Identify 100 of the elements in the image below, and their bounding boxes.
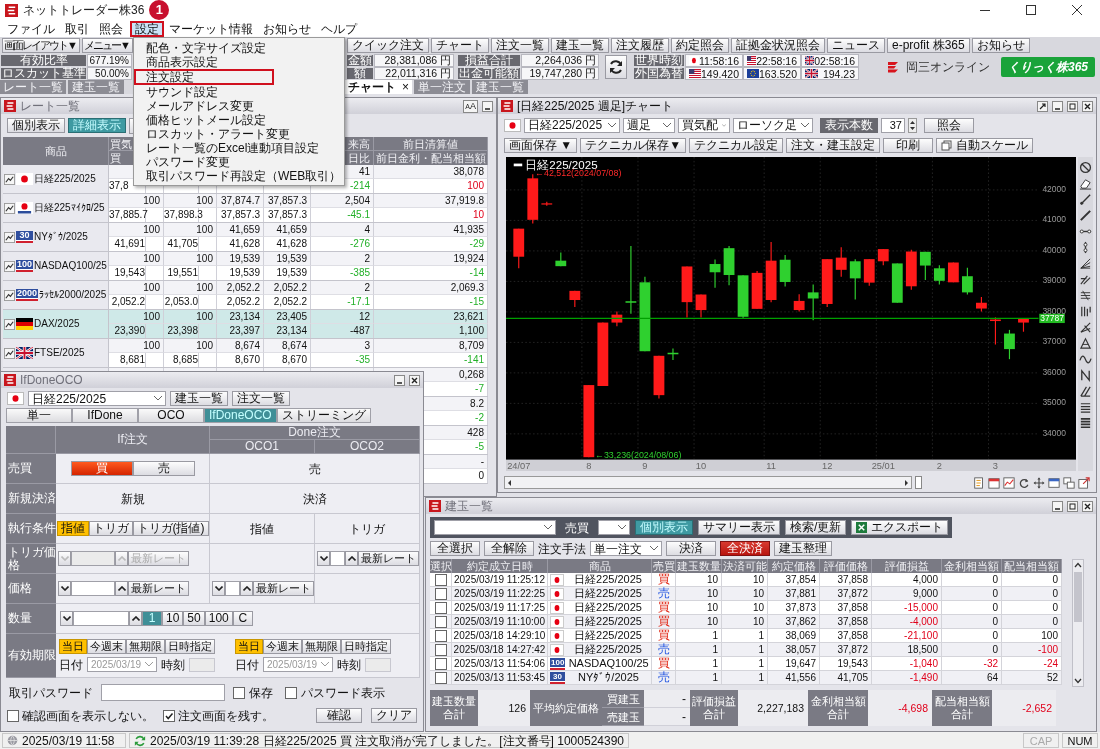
menu-item[interactable]: レート一覧のExcel連動項目設定 xyxy=(134,141,322,155)
option-button[interactable]: 売 xyxy=(132,461,195,476)
table-row[interactable]: FTSE/2025 100 100 8,674 8,674 3 8,709 8,681 8,685 8,670 8,670 -35 -141 xyxy=(3,339,488,368)
list-button[interactable]: 注文一覧 xyxy=(232,391,290,406)
checkbox[interactable] xyxy=(233,686,245,699)
toolbar-button[interactable]: ニュース xyxy=(827,38,885,53)
close-icon[interactable] xyxy=(1082,500,1093,512)
number-field[interactable] xyxy=(71,551,115,566)
option-button[interactable]: 無期限 xyxy=(126,639,165,654)
close-icon[interactable] xyxy=(1082,100,1093,112)
menu-item[interactable]: 注文設定 xyxy=(134,69,274,85)
list-button[interactable]: 建玉一覧 xyxy=(170,391,228,406)
horizontal-scrollbar[interactable] xyxy=(504,476,912,489)
close-icon[interactable] xyxy=(409,374,420,386)
number-field[interactable] xyxy=(71,581,115,596)
checkbox[interactable] xyxy=(7,709,19,722)
line-chart-icon[interactable] xyxy=(4,173,15,185)
menu-item[interactable]: 価格ヒットメール設定 xyxy=(134,113,274,127)
option-button[interactable]: 今週末 xyxy=(263,639,302,654)
option-button[interactable]: 日時指定 xyxy=(165,639,215,654)
arrow-down-icon[interactable] xyxy=(1074,678,1082,684)
checkbox[interactable] xyxy=(434,615,447,628)
password-field[interactable] xyxy=(101,684,225,701)
number-field[interactable] xyxy=(73,611,129,626)
quantity-preset-button[interactable]: 100 xyxy=(204,611,233,626)
decrease-button[interactable] xyxy=(317,551,330,566)
option-button[interactable]: 当日 xyxy=(235,639,263,654)
menu-item[interactable]: 設定 xyxy=(130,20,164,37)
table-row[interactable]: 日経225ﾏｲｸﾛ/25 100 100 37,874.7 37,857.3 2,504 37,919.8 37,885.7 37,898.3 37,857.3 37,857.3 -45.1 10 xyxy=(3,194,488,223)
view-toggle-button[interactable]: 個別表示 xyxy=(7,118,65,133)
checkbox[interactable] xyxy=(434,671,447,684)
angled-lines-icon[interactable] xyxy=(1079,273,1092,286)
menu-item[interactable]: お知らせ xyxy=(258,20,316,37)
tab[interactable]: 単一 xyxy=(6,408,72,423)
increase-button[interactable] xyxy=(345,551,358,566)
chart-tool-button[interactable]: 注文・建玉設定 xyxy=(786,137,881,153)
option-select[interactable]: 買気配 xyxy=(678,117,730,133)
toolbar-button[interactable]: お知らせ xyxy=(971,38,1030,53)
line-chart-icon[interactable] xyxy=(4,202,15,214)
horizontal-lines-icon[interactable] xyxy=(1079,401,1092,414)
menu-item[interactable]: 取引パスワード再設定（WEB取引） xyxy=(134,169,344,183)
decrease-button[interactable] xyxy=(212,581,225,596)
settle-button[interactable]: 決済 xyxy=(666,541,716,556)
toolbar-button[interactable]: クイック注文 xyxy=(347,38,429,53)
export-icon[interactable] xyxy=(1078,476,1090,489)
product-select[interactable]: 日経225/2025 xyxy=(524,117,620,133)
option-button[interactable]: 無期限 xyxy=(302,639,341,654)
option-select[interactable]: 週足 xyxy=(623,117,675,133)
maximize-icon[interactable] xyxy=(1067,500,1078,512)
splitter-handle[interactable] xyxy=(915,476,922,489)
menu-item[interactable]: 取引 xyxy=(60,20,94,37)
line-chart-icon[interactable] xyxy=(4,260,15,272)
export-button[interactable]: エクスポート xyxy=(851,520,949,535)
clear-all-button[interactable]: 全解除 xyxy=(484,541,534,556)
minimize-icon[interactable] xyxy=(1052,100,1063,112)
menu-item[interactable]: メールアドレス変更 xyxy=(134,99,274,113)
option-button[interactable]: トリガ(指値) xyxy=(132,521,209,536)
toolbar-button[interactable]: 約定照会 xyxy=(671,38,729,53)
option-select[interactable]: ローソク足 xyxy=(733,117,813,133)
option-button[interactable]: 当日 xyxy=(59,639,87,654)
move-icon[interactable] xyxy=(1033,476,1045,489)
menu-item[interactable]: ファイル xyxy=(2,20,60,37)
checkbox[interactable] xyxy=(163,709,175,722)
menu-item[interactable]: マーケット情報 xyxy=(164,20,258,37)
line-chart-icon[interactable] xyxy=(4,231,15,243)
increase-button[interactable] xyxy=(129,611,142,626)
action-button[interactable]: クリア xyxy=(371,708,417,723)
stacked-lines-icon[interactable] xyxy=(1079,289,1092,302)
vertical-bars-icon[interactable] xyxy=(1079,305,1092,318)
window-icon[interactable] xyxy=(1048,476,1060,489)
toolbar-button[interactable]: チャート xyxy=(431,38,489,53)
zigzag-icon[interactable] xyxy=(1079,369,1092,382)
chart-tool-button[interactable]: 画面保存 ▼ xyxy=(504,137,578,153)
select-all-button[interactable]: 全選択 xyxy=(430,541,480,556)
view-toggle-button[interactable]: サマリー表示 xyxy=(698,520,780,535)
fan-lines-icon[interactable] xyxy=(1079,257,1092,270)
side-select[interactable] xyxy=(598,520,630,535)
maximize-icon[interactable] xyxy=(1067,100,1078,112)
menu-item[interactable]: 配色・文字サイズ設定 xyxy=(134,41,274,55)
increase-button[interactable] xyxy=(115,581,128,596)
tab[interactable]: IfDone xyxy=(72,408,138,423)
checkbox[interactable] xyxy=(285,686,297,699)
order-method-select[interactable]: 単一注文 xyxy=(590,541,662,556)
latest-rate-button[interactable]: 最新レート xyxy=(358,551,419,566)
menu-item[interactable]: ロスカット・アラート変更 xyxy=(134,127,292,141)
chart-tool-button[interactable]: テクニカル設定 xyxy=(689,137,784,153)
option-button[interactable]: トリガ xyxy=(88,521,133,536)
calendar-icon[interactable] xyxy=(988,476,1000,489)
font-size-button[interactable]: AA xyxy=(463,99,478,113)
menu-item[interactable]: ヘルプ xyxy=(316,20,362,37)
diagonal-line-icon[interactable] xyxy=(1079,209,1092,222)
option-button[interactable]: 今週末 xyxy=(87,639,126,654)
maximize-icon[interactable] xyxy=(1026,5,1036,15)
minimize-icon[interactable] xyxy=(1052,500,1063,512)
menu-item[interactable]: サウンド設定 xyxy=(134,85,274,99)
latest-rate-button[interactable]: 最新レート xyxy=(128,581,189,596)
number-field[interactable] xyxy=(225,581,240,596)
checkbox[interactable] xyxy=(434,643,447,656)
decrease-button[interactable] xyxy=(58,581,71,596)
menu-item[interactable]: 照会 xyxy=(94,20,128,37)
